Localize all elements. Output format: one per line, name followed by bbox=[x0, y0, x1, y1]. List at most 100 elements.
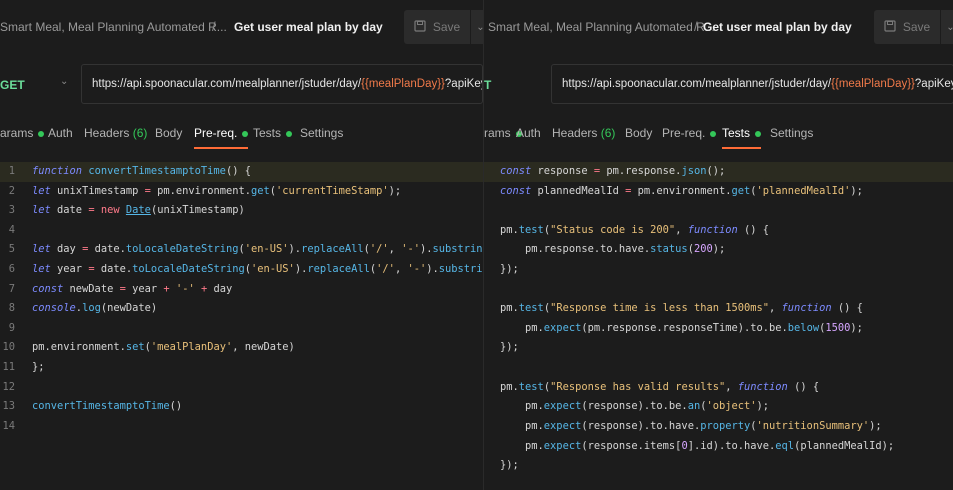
save-button[interactable]: Save bbox=[874, 10, 940, 44]
line-number: 2 bbox=[8, 185, 15, 197]
code-line: 8 console.log(newDate) bbox=[0, 299, 483, 319]
line-number: 7 bbox=[8, 283, 15, 295]
code-line: 7 const newDate = year + '-' + day bbox=[0, 280, 483, 300]
tab-settings[interactable]: Settings bbox=[770, 126, 813, 140]
save-label: Save bbox=[902, 20, 931, 34]
tab-headers[interactable]: Headers (6) bbox=[552, 126, 615, 140]
code-editor[interactable]: 1 function convertTimestamptoTime() { 2 le… bbox=[0, 160, 483, 490]
save-options-button[interactable]: ⌄ bbox=[940, 10, 953, 44]
code-line: pm.expect(pm.response.responseTime).to.b… bbox=[500, 322, 863, 334]
status-dot bbox=[755, 130, 762, 137]
tab-body[interactable]: Body bbox=[155, 126, 182, 140]
request-title[interactable]: Get user meal plan by day bbox=[703, 20, 852, 34]
code-editor[interactable]: const response = pm.response.json(); con… bbox=[484, 160, 953, 490]
save-label: Save bbox=[432, 20, 461, 34]
tab-label: Tests bbox=[722, 126, 751, 140]
url-base: https://api.spoonacular.com/mealplanner/… bbox=[562, 78, 832, 90]
url-row: T https://api.spoonacular.com/mealplanne… bbox=[484, 64, 953, 104]
pre-request-pane: Smart Meal, Meal Planning Automated R...… bbox=[0, 0, 483, 490]
line-number: 3 bbox=[8, 204, 15, 216]
status-dot bbox=[286, 130, 293, 137]
save-button-group: Save ⌄ bbox=[404, 10, 483, 44]
method-select[interactable]: GET bbox=[0, 78, 25, 92]
line-number: 8 bbox=[8, 302, 15, 314]
tab-pre-request[interactable]: Pre-req. bbox=[194, 126, 249, 149]
code-line: 12 bbox=[0, 378, 483, 398]
tab-settings[interactable]: Settings bbox=[300, 126, 343, 140]
url-query: ?apiKey={... bbox=[444, 78, 482, 90]
url-variable: {{mealPlanDay}} bbox=[831, 78, 915, 90]
url-variable: {{mealPlanDay}} bbox=[361, 78, 445, 90]
line-number: 12 bbox=[2, 381, 15, 393]
code-line: 4 bbox=[0, 221, 483, 241]
tab-label: Auth bbox=[48, 126, 73, 140]
line-number: 14 bbox=[2, 420, 15, 432]
line-number: 5 bbox=[8, 243, 15, 255]
tab-body[interactable]: Body bbox=[625, 126, 652, 140]
url-row: GET ⌄ https://api.spoonacular.com/mealpl… bbox=[0, 64, 483, 104]
code-line: 14 bbox=[0, 417, 483, 437]
tab-label: arams bbox=[0, 126, 34, 140]
tab-tests[interactable]: Tests bbox=[253, 126, 293, 140]
chevron-down-icon[interactable]: ⌄ bbox=[60, 76, 68, 87]
breadcrumb-separator: / bbox=[212, 19, 216, 34]
url-base: https://api.spoonacular.com/mealplanner/… bbox=[92, 78, 362, 90]
tab-auth[interactable]: Auth bbox=[516, 126, 541, 140]
url-input[interactable]: https://api.spoonacular.com/mealplanner/… bbox=[551, 64, 953, 104]
tab-headers[interactable]: Headers (6) bbox=[84, 126, 147, 140]
save-icon bbox=[884, 19, 896, 35]
code-line: 1 function convertTimestamptoTime() { bbox=[0, 162, 483, 182]
breadcrumb-collection[interactable]: Smart Meal, Meal Planning Automated R... bbox=[488, 20, 715, 34]
request-header: Smart Meal, Meal Planning Automated R...… bbox=[484, 0, 953, 56]
code-line: pm.test("Response has valid results", fu… bbox=[500, 381, 820, 393]
code-line: 6 let year = date.toLocaleDateString('en-… bbox=[0, 260, 483, 280]
tab-label: Headers bbox=[84, 126, 130, 140]
code-line: pm.test("Status code is 200", function (… bbox=[500, 224, 770, 236]
tab-label: Body bbox=[625, 126, 653, 140]
request-tabs: arams Auth Headers (6) Body Pre-req. Tes… bbox=[0, 120, 483, 149]
method-select[interactable]: T bbox=[484, 78, 491, 92]
request-tabs: rams Auth Headers (6) Body Pre-req. Test… bbox=[484, 120, 953, 149]
save-icon bbox=[414, 19, 426, 35]
code-line: pm.expect(response.items[0].id).to.have.… bbox=[500, 440, 895, 452]
tab-label: Pre-req. bbox=[194, 126, 238, 140]
breadcrumb-separator: / bbox=[694, 19, 698, 34]
code-line: pm.expect(response).to.be.an('object'); bbox=[500, 400, 770, 412]
chevron-down-icon: ⌄ bbox=[946, 22, 953, 33]
save-options-button[interactable]: ⌄ bbox=[470, 10, 483, 44]
tab-pre-request[interactable]: Pre-req. bbox=[662, 126, 717, 140]
code-line: }); bbox=[500, 263, 519, 275]
tab-params[interactable]: arams bbox=[0, 126, 45, 140]
code-line: pm.expect(response).to.have.property('nu… bbox=[500, 420, 882, 432]
tab-tests[interactable]: Tests bbox=[722, 126, 762, 149]
breadcrumb-collection[interactable]: Smart Meal, Meal Planning Automated R... bbox=[0, 20, 227, 34]
code-line: 10 pm.environment.set('mealPlanDay', newD… bbox=[0, 338, 483, 358]
url-input[interactable]: https://api.spoonacular.com/mealplanner/… bbox=[81, 64, 483, 104]
chevron-down-icon: ⌄ bbox=[476, 21, 483, 33]
headers-count: (6) bbox=[600, 126, 616, 140]
line-number: 10 bbox=[2, 341, 15, 353]
code-line: 3 let date = new Date(unixTimestamp) bbox=[0, 201, 483, 221]
url-query: ?apiKey={... bbox=[914, 78, 953, 90]
line-number: 4 bbox=[8, 224, 15, 236]
status-dot bbox=[710, 130, 717, 137]
code-line: }); bbox=[500, 459, 519, 471]
tab-auth[interactable]: Auth bbox=[48, 126, 73, 140]
request-title[interactable]: Get user meal plan by day bbox=[234, 20, 383, 34]
save-button-group: Save ⌄ bbox=[874, 10, 953, 44]
code-line: }); bbox=[500, 341, 519, 353]
save-button[interactable]: Save bbox=[404, 10, 470, 44]
status-dot bbox=[38, 130, 45, 137]
code-line: const response = pm.response.json(); bbox=[484, 162, 953, 182]
code-line: 2 let unixTimestamp = pm.environment.get(… bbox=[0, 182, 483, 202]
tab-label: rams bbox=[484, 126, 511, 140]
line-number: 11 bbox=[2, 361, 15, 373]
code-line: 5 let day = date.toLocaleDateString('en-U… bbox=[0, 240, 483, 260]
line-number: 1 bbox=[8, 165, 15, 177]
code-line: 11}; bbox=[0, 358, 483, 378]
code-line: 13 convertTimestamptoTime() bbox=[0, 397, 483, 417]
code-line: 9 bbox=[0, 319, 483, 339]
